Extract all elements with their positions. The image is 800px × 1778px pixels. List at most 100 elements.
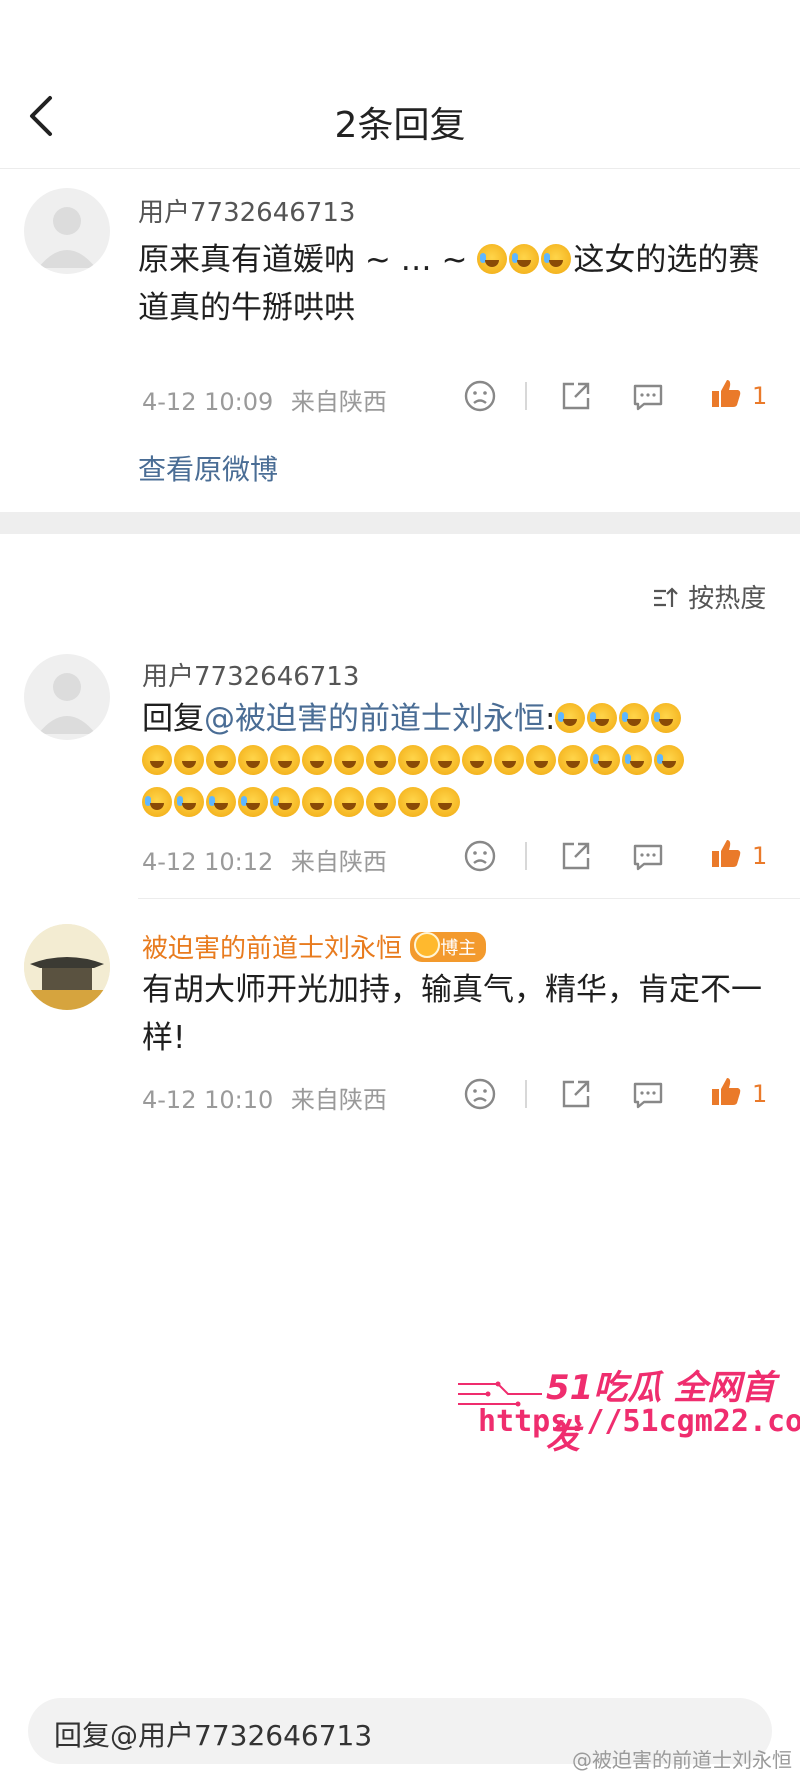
emoji-cry-laugh-icon — [590, 745, 620, 775]
emoji-cry-laugh-icon — [541, 244, 572, 274]
like-button[interactable] — [708, 836, 744, 872]
action-separator — [525, 1080, 527, 1108]
blogger-avatar[interactable] — [24, 924, 110, 1010]
share-icon — [562, 1080, 590, 1108]
dislike-button[interactable] — [462, 1076, 498, 1112]
dislike-icon — [464, 1078, 496, 1110]
like-count: 1 — [752, 1080, 768, 1108]
page-title: 2条回复 — [334, 105, 466, 146]
emoji-cry-laugh-icon — [651, 703, 682, 733]
emoji-laugh-icon — [430, 787, 460, 817]
emoji-laugh-icon — [494, 745, 524, 775]
like-count: 1 — [752, 842, 768, 870]
watermark-url: https://51cgm22.com — [478, 1404, 800, 1439]
reply-meta: 4-12 10:10 来自陕西 — [142, 1080, 387, 1115]
blogger-badge: 博主 — [410, 932, 487, 962]
share-icon — [562, 382, 590, 410]
emoji-cry-laugh-icon — [206, 787, 236, 817]
reply-divider — [138, 898, 800, 899]
share-button[interactable] — [558, 838, 594, 874]
default-avatar-icon — [38, 673, 96, 734]
footer-watermark: @被迫害的前道士刘永恒 — [572, 1748, 792, 1772]
emoji-laugh-icon — [302, 745, 332, 775]
emoji-laugh-icon — [430, 745, 460, 775]
comment-text: 原来真有道媛呐 ~ … ~ 这女的选的赛道真的牛掰哄哄 — [138, 236, 778, 332]
emoji-cry-laugh-icon — [142, 787, 172, 817]
reply-text: 有胡大师开光加持，输真气，精华，肯定不一样! — [142, 972, 762, 1056]
action-separator — [525, 382, 527, 410]
comment-location: 来自陕西 — [290, 388, 387, 416]
comment-icon — [633, 844, 663, 871]
emoji-laugh-icon — [526, 745, 556, 775]
like-button[interactable] — [708, 376, 744, 412]
building-avatar-icon — [24, 924, 110, 1010]
blogger-name: 被迫害的前道士刘永恒 — [142, 934, 403, 964]
emoji-cry-laugh-icon — [174, 787, 204, 817]
reply-time: 4-12 10:10 — [142, 1086, 274, 1114]
emoji-laugh-icon — [558, 745, 588, 775]
emoji-cry-laugh-icon — [654, 745, 684, 775]
emoji-cry-laugh-icon — [238, 787, 268, 817]
comment-button[interactable] — [630, 378, 666, 414]
emoji-cry-laugh-icon — [270, 787, 300, 817]
dislike-icon — [464, 380, 496, 412]
comment-text-part: 原来真有道媛呐 ~ … ~ — [138, 242, 468, 278]
emoji-laugh-icon — [334, 787, 364, 817]
action-separator — [525, 842, 527, 870]
emoji-laugh-icon — [366, 745, 396, 775]
emoji-cry-laugh-icon — [619, 703, 650, 733]
share-button[interactable] — [558, 378, 594, 414]
reply-text: 回复@被迫害的前道士刘永恒: — [142, 698, 762, 824]
emoji-cry-laugh-icon — [555, 703, 586, 733]
like-button[interactable] — [708, 1074, 744, 1110]
sort-icon — [654, 587, 678, 607]
share-button[interactable] — [558, 1076, 594, 1112]
reply-input-placeholder: 回复@用户7732646713 — [54, 1719, 373, 1752]
emoji-cry-laugh-icon — [587, 703, 618, 733]
emoji-cry-laugh-icon — [509, 244, 540, 274]
like-count: 1 — [752, 382, 768, 410]
sort-button[interactable]: 按热度 — [652, 578, 766, 615]
comment-icon — [633, 384, 663, 411]
comment-time: 4-12 10:09 — [142, 388, 274, 416]
reply-username[interactable]: 用户7732646713 — [142, 656, 359, 693]
avatar[interactable] — [24, 654, 110, 740]
emoji-cry-laugh-icon — [622, 745, 652, 775]
default-avatar-icon — [38, 207, 96, 268]
emoji-laugh-icon — [206, 745, 236, 775]
comment-icon — [633, 1082, 663, 1109]
emoji-laugh-icon — [302, 787, 332, 817]
emoji-laugh-icon — [398, 787, 428, 817]
comment-button[interactable] — [630, 1076, 666, 1112]
comment-meta: 4-12 10:09 来自陕西 — [142, 382, 387, 417]
like-icon — [712, 380, 741, 407]
like-icon — [712, 840, 741, 867]
reply-location: 来自陕西 — [290, 848, 387, 876]
emoji-laugh-icon — [334, 745, 364, 775]
reply-location: 来自陕西 — [290, 1086, 387, 1114]
dislike-icon — [464, 840, 496, 872]
emoji-laugh-icon — [398, 745, 428, 775]
reply-meta: 4-12 10:12 来自陕西 — [142, 842, 387, 877]
reply-colon: : — [545, 701, 556, 737]
emoji-laugh-icon — [238, 745, 268, 775]
emoji-laugh-icon — [142, 745, 172, 775]
view-original-link[interactable]: 查看原微博 — [138, 448, 278, 488]
emoji-laugh-icon — [174, 745, 204, 775]
dislike-button[interactable] — [462, 838, 498, 874]
reply-prefix: 回复 — [142, 701, 204, 737]
dislike-button[interactable] — [462, 378, 498, 414]
emoji-cry-laugh-icon — [477, 244, 508, 274]
sort-label: 按热度 — [688, 584, 767, 614]
mention-link[interactable]: @被迫害的前道士刘永恒 — [204, 701, 545, 737]
avatar[interactable] — [24, 188, 110, 274]
reply-time: 4-12 10:12 — [142, 848, 274, 876]
comment-button[interactable] — [630, 838, 666, 874]
blogger-username[interactable]: 被迫害的前道士刘永恒 博主 — [142, 928, 487, 965]
share-icon — [562, 842, 590, 870]
section-divider — [0, 512, 800, 534]
emoji-laugh-icon — [270, 745, 300, 775]
like-icon — [712, 1078, 741, 1105]
emoji-laugh-icon — [366, 787, 396, 817]
comment-username[interactable]: 用户7732646713 — [138, 192, 355, 229]
